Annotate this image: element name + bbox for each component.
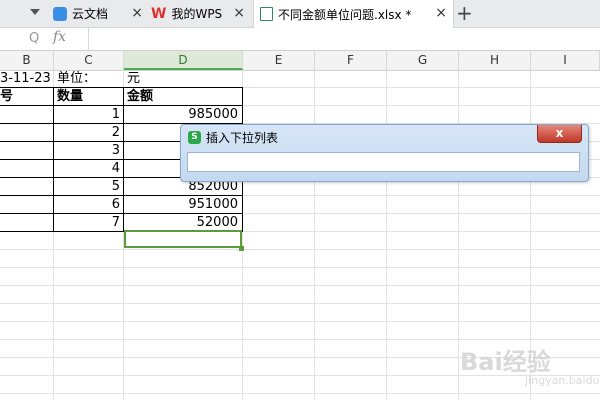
wps-app-icon: S: [188, 130, 201, 144]
function-icon[interactable]: fx: [53, 29, 66, 45]
column-header-h[interactable]: H: [459, 51, 531, 70]
dialog-close-button[interactable]: x: [537, 125, 582, 143]
column-header-g[interactable]: G: [387, 51, 459, 70]
cell-qty[interactable]: 2: [54, 124, 120, 142]
cell-qty[interactable]: 1: [54, 106, 120, 124]
cell-d1[interactable]: 元: [127, 70, 140, 88]
spreadsheet-file-icon: [260, 7, 273, 21]
fill-handle[interactable]: [239, 246, 244, 251]
column-header-d[interactable]: D: [124, 51, 243, 70]
cell-amount[interactable]: 951000: [124, 196, 238, 214]
cell-b1[interactable]: 3-11-23: [0, 70, 51, 88]
column-header-e[interactable]: E: [243, 51, 315, 70]
column-header-f[interactable]: F: [315, 51, 387, 70]
cloud-doc-icon: [53, 6, 67, 21]
formula-input[interactable]: [88, 28, 600, 50]
watermark-logo: Bai经验: [460, 348, 551, 376]
dropdown-source-input[interactable]: [187, 152, 580, 172]
tab-label: 我的WPS: [171, 7, 223, 21]
column-header-b[interactable]: B: [0, 51, 54, 70]
dialog-title: 插入下拉列表: [206, 130, 279, 145]
wps-logo-icon: W: [151, 5, 167, 22]
tab-active-file[interactable]: 不同金额单位问题.xlsx * ×: [253, 0, 454, 28]
dialog-titlebar[interactable]: S 插入下拉列表: [188, 127, 278, 147]
cell-qty[interactable]: 5: [54, 178, 120, 196]
cell-amount[interactable]: 985000: [124, 106, 238, 124]
close-icon[interactable]: ×: [233, 5, 245, 21]
column-header-row: B C D E F G H I: [0, 51, 600, 71]
cell-qty[interactable]: 4: [54, 160, 120, 178]
tab-cloud-docs[interactable]: 云文档 ×: [53, 0, 149, 27]
zoom-icon[interactable]: Q: [29, 31, 39, 46]
cell-qty[interactable]: 3: [54, 142, 120, 160]
close-icon[interactable]: ×: [435, 5, 447, 21]
formula-bar: Q fx: [0, 28, 600, 51]
column-header-i[interactable]: I: [531, 51, 600, 70]
column-header-c[interactable]: C: [54, 51, 124, 70]
tab-label: 云文档: [72, 7, 109, 21]
cell-qty[interactable]: 6: [54, 196, 120, 214]
chevron-down-icon[interactable]: [30, 9, 40, 15]
cell-qty[interactable]: 7: [54, 214, 120, 232]
insert-dropdown-list-dialog: S 插入下拉列表 x: [180, 124, 589, 182]
close-icon[interactable]: ×: [131, 5, 143, 21]
cell-c2[interactable]: 数量: [57, 88, 83, 106]
plus-icon[interactable]: +: [456, 1, 473, 25]
tab-label: 不同金额单位问题.xlsx *: [278, 7, 412, 22]
tab-bar: 云文档 × W 我的WPS × 不同金额单位问题.xlsx * × +: [0, 0, 600, 28]
cell-d2[interactable]: 金额: [127, 88, 153, 106]
selected-cell[interactable]: [124, 230, 242, 248]
cell-c1[interactable]: 单位：: [57, 70, 96, 88]
watermark-url: jingyan.baidu.com: [525, 374, 600, 387]
cell-b2[interactable]: 号: [0, 88, 13, 106]
tab-my-wps[interactable]: W 我的WPS ×: [151, 0, 251, 27]
